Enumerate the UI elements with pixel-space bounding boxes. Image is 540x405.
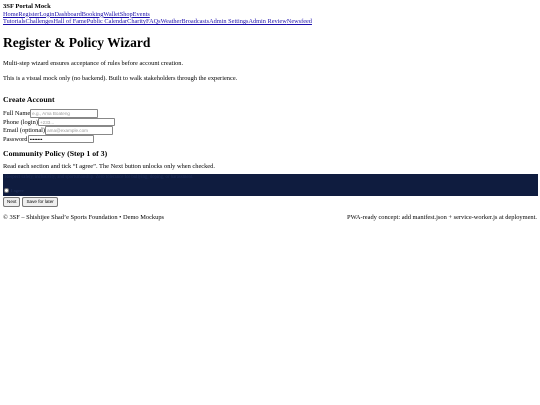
nav-link-wallet[interactable]: Wallet — [103, 11, 119, 18]
phone-row: Phone (login) — [3, 117, 537, 127]
phone-input[interactable] — [37, 117, 115, 127]
full-name-input[interactable] — [30, 109, 99, 118]
password-row: Password — [3, 134, 537, 144]
nav-link-broadcasts[interactable]: Broadcasts — [181, 18, 209, 25]
password-input[interactable] — [27, 134, 94, 144]
save-for-later-button[interactable]: Save for later — [22, 196, 58, 207]
agree-label: I agree — [11, 187, 24, 193]
phone-label: Phone (login) — [3, 118, 38, 126]
nav-link-admin-settings[interactable]: Admin Settings — [209, 18, 248, 25]
nav-row-2: Tutorials Challenges Hall of Fame Public… — [3, 18, 537, 25]
page-title: Register & Policy Wizard — [3, 35, 151, 51]
policy-text: Respect safety, inclusivity, and sportsm… — [5, 174, 194, 180]
policy-heading: Community Policy (Step 1 of 3) — [3, 149, 108, 159]
intro-text: Multi-step wizard ensures acceptance of … — [3, 60, 184, 68]
email-input[interactable] — [45, 126, 114, 135]
mock-note: This is a visual mock only (no backend).… — [3, 74, 238, 82]
nav-link-hall-of-fame[interactable]: Hall of Fame — [54, 18, 87, 25]
wizard-buttons: Next Save for later — [3, 196, 537, 207]
nav-link-weather[interactable]: Weather — [161, 18, 182, 25]
nav-link-tutorials[interactable]: Tutorials — [3, 18, 26, 25]
agree-checkbox[interactable] — [4, 188, 9, 194]
nav-link-booking[interactable]: Booking — [82, 11, 104, 18]
full-name-label: Full Name — [3, 110, 31, 118]
nav-row-1: Home Register Login Dashboard Booking Wa… — [3, 11, 537, 18]
full-name-row: Full Name — [3, 109, 537, 118]
nav-link-dashboard[interactable]: Dashboard — [54, 11, 81, 18]
nav-link-login[interactable]: Login — [39, 11, 54, 18]
brand-title: 3SF Portal Mock — [3, 3, 51, 10]
page: 3SF Portal Mock Home Register Login Dash… — [0, 0, 540, 221]
nav-link-shop[interactable]: Shop — [120, 11, 133, 18]
email-label: Email (optional) — [3, 127, 46, 135]
footer: © 3SF – Shishijee Shad’e Sports Foundati… — [3, 214, 537, 221]
nav-link-public-calendar[interactable]: Public Calendar — [87, 18, 127, 25]
password-label: Password — [3, 135, 28, 143]
nav-link-newsfeed[interactable]: Newsfeed — [287, 18, 312, 25]
nav-link-faqs[interactable]: FAQs — [146, 18, 161, 25]
policy-instruction: Read each section and tick “I agree”. Th… — [3, 163, 215, 171]
create-account-heading: Create Account — [3, 95, 55, 105]
next-button[interactable]: Next — [3, 196, 21, 207]
email-row: Email (optional) — [3, 126, 537, 135]
footer-pwa-note: PWA-ready concept: add manifest.json + s… — [347, 213, 537, 221]
nav-link-challenges[interactable]: Challenges — [26, 18, 54, 25]
nav-link-admin-review[interactable]: Admin Review — [248, 18, 286, 25]
agree-row: I agree — [4, 188, 24, 194]
nav-link-home[interactable]: Home — [3, 11, 18, 18]
policy-panel: Respect safety, inclusivity, and sportsm… — [3, 173, 538, 196]
nav-link-charity[interactable]: Charity — [127, 18, 146, 25]
footer-copyright: © 3SF – Shishijee Shad’e Sports Foundati… — [3, 213, 165, 221]
nav-link-events[interactable]: Events — [133, 11, 150, 18]
nav-link-register[interactable]: Register — [18, 11, 39, 18]
